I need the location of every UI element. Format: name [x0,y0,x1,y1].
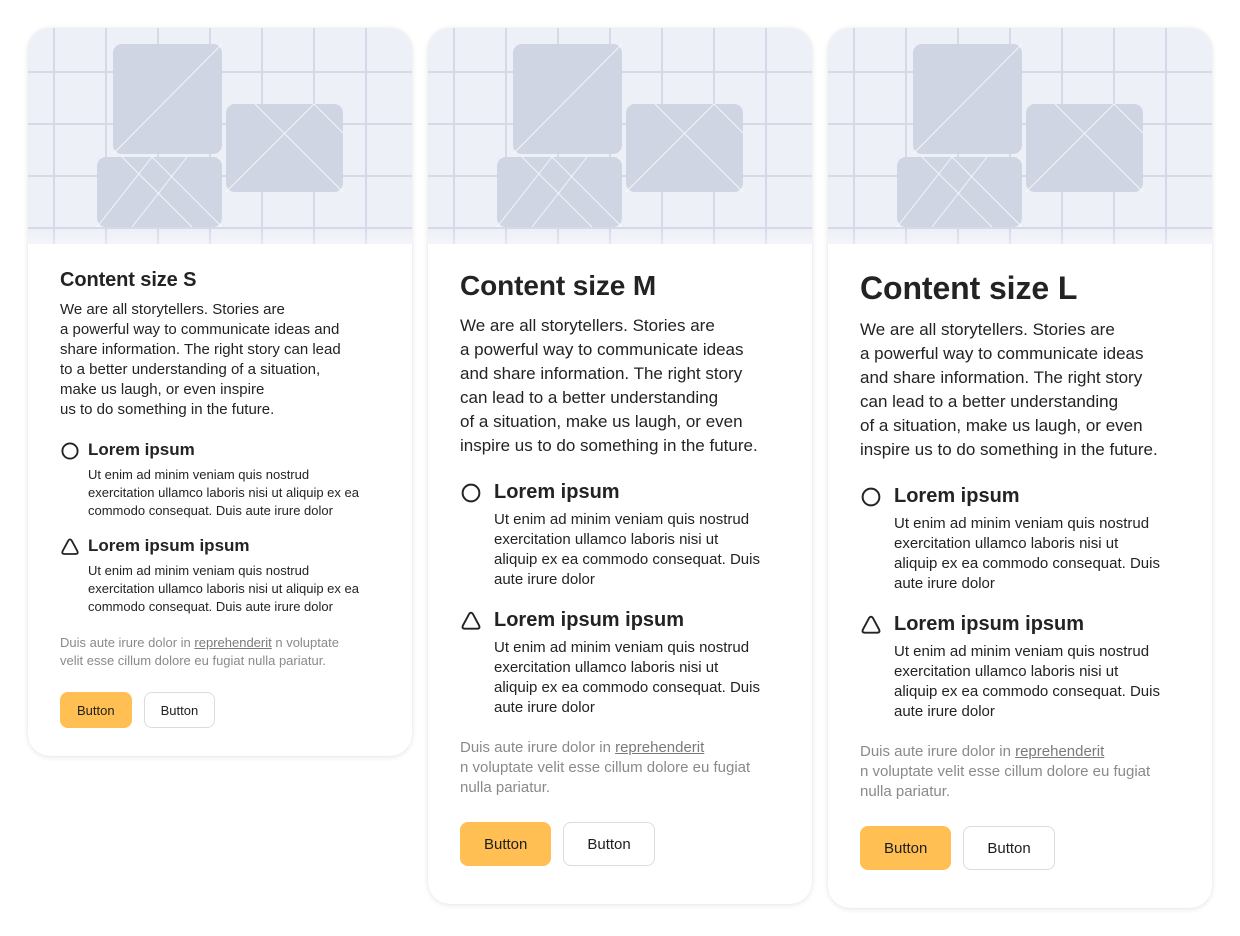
feature-item: Lorem ipsum Ut enim ad minim veniam quis… [460,480,780,590]
content-card-s: Content size S We are all storytellers. … [28,28,412,756]
reprehenderit-link[interactable]: reprehenderit [615,739,704,756]
feature-item: Lorem ipsum Ut enim ad minim veniam quis… [60,440,380,520]
primary-button[interactable]: Button [60,692,132,728]
triangle-outline-icon [61,538,79,555]
triangle-outline-icon [861,615,881,634]
secondary-button[interactable]: Button [963,826,1055,870]
hero-image-placeholder [828,28,1212,244]
card-actions: Button Button [860,826,1180,870]
feature-title: Lorem ipsum ipsum [88,536,250,555]
hero-image-placeholder [28,28,412,244]
card-description: We are all storytellers. Stories are a p… [60,301,341,418]
content-card-m: Content size M We are all storytellers. … [428,28,812,904]
circle-outline-icon [61,442,79,460]
primary-button[interactable]: Button [860,826,952,870]
image-placeholder-icon [428,28,812,244]
feature-item: Lorem ipsum ipsum Ut enim ad minim venia… [460,608,780,718]
hero-image-placeholder [428,28,812,244]
feature-item: Lorem ipsum ipsum Ut enim ad minim venia… [860,612,1180,722]
feature-item: Lorem ipsum Ut enim ad minim veniam quis… [860,484,1180,594]
card-footnote: Duis aute irure dolor in reprehenderit n… [460,739,751,796]
card-description: We are all storytellers. Stories are a p… [460,316,758,455]
feature-title: Lorem ipsum [494,481,620,503]
feature-text: Ut enim ad minim veniam quis nostrud exe… [88,467,359,518]
card-footnote: Duis aute irure dolor in reprehenderit n… [60,635,339,668]
card-description: We are all storytellers. Stories are a p… [860,320,1158,459]
card-title: Content size S [60,269,197,291]
image-placeholder-icon [28,28,412,244]
image-placeholder-icon [828,28,1212,244]
card-footnote: Duis aute irure dolor in reprehenderit n… [860,743,1151,800]
card-title: Content size M [460,270,657,301]
secondary-button[interactable]: Button [143,692,216,728]
card-actions: Button Button [60,692,380,728]
feature-title: Lorem ipsum ipsum [494,609,685,631]
feature-title: Lorem ipsum [88,440,195,459]
secondary-button[interactable]: Button [563,822,655,866]
feature-text: Ut enim ad minim veniam quis nostrud exe… [494,511,760,588]
feature-item: Lorem ipsum ipsum Ut enim ad minim venia… [60,536,380,616]
feature-text: Ut enim ad minim veniam quis nostrud exe… [88,563,359,614]
triangle-outline-icon [461,611,481,630]
reprehenderit-link[interactable]: reprehenderit [194,635,271,650]
feature-text: Ut enim ad minim veniam quis nostrud exe… [494,639,760,716]
feature-text: Ut enim ad minim veniam quis nostrud exe… [894,515,1160,592]
reprehenderit-link[interactable]: reprehenderit [1015,743,1104,760]
feature-title: Lorem ipsum ipsum [894,613,1085,635]
primary-button[interactable]: Button [460,822,552,866]
card-actions: Button Button [460,822,780,866]
feature-text: Ut enim ad minim veniam quis nostrud exe… [894,643,1160,720]
card-title: Content size L [860,270,1078,306]
content-card-l: Content size L We are all storytellers. … [828,28,1212,908]
feature-title: Lorem ipsum [894,485,1020,507]
circle-outline-icon [861,487,881,507]
circle-outline-icon [461,483,481,503]
